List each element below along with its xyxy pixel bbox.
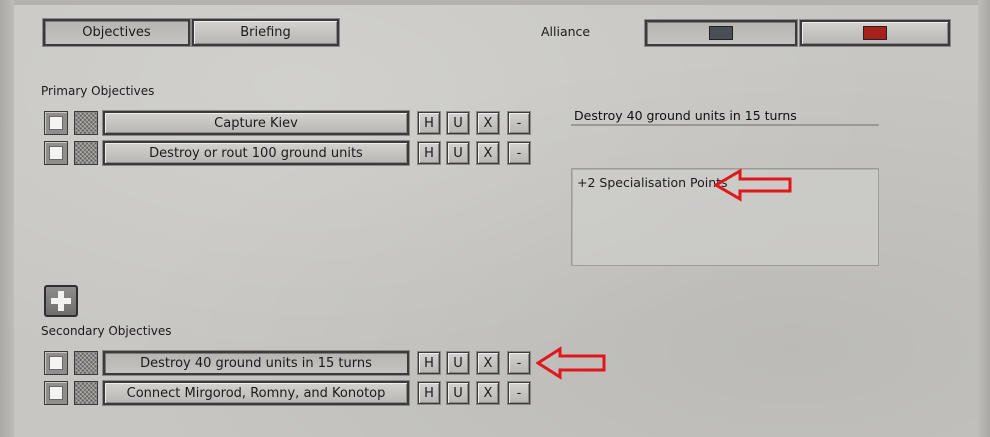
panel-border-left [0, 0, 14, 437]
objective-x-button[interactable]: X [476, 111, 500, 135]
objective-checkbox[interactable] [44, 351, 68, 375]
u-label: U [453, 115, 463, 131]
x-label: X [483, 145, 493, 161]
objective-u-button[interactable]: U [446, 351, 470, 375]
minus-label: - [516, 385, 522, 401]
objective-h-button[interactable]: H [417, 111, 441, 135]
objective-minus-button[interactable]: - [507, 111, 531, 135]
objective-minus-button[interactable]: - [507, 381, 531, 405]
minus-label: - [516, 355, 522, 371]
objective-icon-slot[interactable] [74, 111, 98, 135]
objective-name-value: Destroy 40 ground units in 15 turns [574, 108, 797, 123]
objective-checkbox[interactable] [44, 381, 68, 405]
alliance-axis-button[interactable] [644, 19, 798, 47]
objective-title: Destroy 40 ground units in 15 turns [140, 355, 372, 371]
objective-h-button[interactable]: H [417, 141, 441, 165]
tab-briefing[interactable]: Briefing [191, 18, 340, 47]
h-label: H [424, 145, 434, 161]
panel-border-right [978, 0, 990, 437]
alliance-axis-color-swatch [709, 26, 733, 40]
u-label: U [453, 145, 463, 161]
objective-title: Capture Kiev [214, 115, 298, 131]
objective-x-button[interactable]: X [476, 351, 500, 375]
minus-label: - [516, 115, 522, 131]
objective-title-button[interactable]: Capture Kiev [102, 110, 410, 136]
objective-icon-slot[interactable] [74, 351, 98, 375]
x-label: X [483, 355, 493, 371]
objective-minus-button[interactable]: - [507, 351, 531, 375]
u-label: U [453, 385, 463, 401]
objective-h-button[interactable]: H [417, 351, 441, 375]
objective-u-button[interactable]: U [446, 111, 470, 135]
objective-title-button[interactable]: Connect Mirgorod, Romny, and Konotop [102, 380, 410, 406]
plus-icon [51, 291, 71, 311]
objective-icon-slot[interactable] [74, 381, 98, 405]
objective-u-button[interactable]: U [446, 141, 470, 165]
objective-title: Connect Mirgorod, Romny, and Konotop [126, 385, 386, 401]
tab-objectives-label: Objectives [82, 25, 151, 40]
objective-name-field[interactable]: Destroy 40 ground units in 15 turns [571, 108, 879, 126]
primary-objectives-heading: Primary Objectives [41, 84, 155, 98]
add-objective-button[interactable] [44, 285, 78, 317]
objective-icon-slot[interactable] [74, 141, 98, 165]
h-label: H [424, 115, 434, 131]
h-label: H [424, 385, 434, 401]
objective-x-button[interactable]: X [476, 141, 500, 165]
secondary-objectives-heading: Secondary Objectives [41, 324, 172, 338]
x-label: X [483, 385, 493, 401]
objective-x-button[interactable]: X [476, 381, 500, 405]
reward-text: +2 Specialisation Points [577, 175, 728, 190]
objective-checkbox[interactable] [44, 111, 68, 135]
alliance-allies-button[interactable] [799, 19, 951, 47]
x-label: X [483, 115, 493, 131]
annotation-arrow-left-icon [536, 346, 606, 380]
u-label: U [453, 355, 463, 371]
objective-title-button[interactable]: Destroy or rout 100 ground units [102, 140, 410, 166]
objective-h-button[interactable]: H [417, 381, 441, 405]
h-label: H [424, 355, 434, 371]
panel-border-top [0, 0, 990, 5]
minus-label: - [516, 145, 522, 161]
annotation-arrow-left-icon [714, 168, 792, 202]
objective-title-button[interactable]: Destroy 40 ground units in 15 turns [102, 350, 410, 376]
objective-u-button[interactable]: U [446, 381, 470, 405]
tab-objectives[interactable]: Objectives [42, 18, 191, 47]
objective-minus-button[interactable]: - [507, 141, 531, 165]
objective-checkbox[interactable] [44, 141, 68, 165]
tab-briefing-label: Briefing [240, 25, 291, 40]
objective-title: Destroy or rout 100 ground units [149, 145, 363, 161]
alliance-allies-color-swatch [863, 26, 887, 40]
alliance-label: Alliance [541, 24, 591, 39]
